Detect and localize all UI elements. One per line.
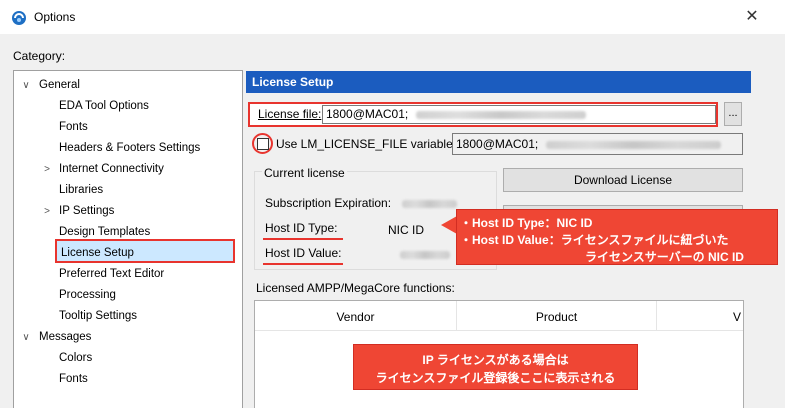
tree-item-processing[interactable]: Processing xyxy=(59,285,116,306)
tree-item-tooltip-settings[interactable]: Tooltip Settings xyxy=(59,306,137,327)
ampp-functions-label: Licensed AMPP/MegaCore functions: xyxy=(256,281,455,295)
app-icon xyxy=(12,11,26,25)
host-id-value-label: Host ID Value: xyxy=(265,246,342,260)
ampp-callout-line-1: IP ライセンスがある場合は xyxy=(422,353,569,367)
chevron-right-icon[interactable]: > xyxy=(42,201,52,222)
callout-line-1: ・Host ID Type：NIC ID xyxy=(460,216,593,230)
ampp-callout-line-2: ライセンスファイル登録後ここに表示される xyxy=(375,371,616,385)
host-id-type-underline xyxy=(263,238,343,240)
callout-arrow xyxy=(441,216,457,234)
lm-license-input: 1800@MAC01; xyxy=(452,133,743,155)
column-header-vendor[interactable]: Vendor xyxy=(255,301,457,331)
tree-item-license-setup[interactable]: License Setup xyxy=(55,239,235,263)
tree-item-ip-settings[interactable]: IP Settings xyxy=(59,201,114,222)
tree-item-preferred-text-editor[interactable]: Preferred Text Editor xyxy=(59,264,164,285)
host-id-value-underline xyxy=(263,263,343,265)
column-header-product[interactable]: Product xyxy=(457,301,657,331)
ampp-callout: IP ライセンスがある場合は ライセンスファイル登録後ここに表示される xyxy=(353,344,638,390)
window-title: Options xyxy=(34,10,76,24)
host-id-type-value: NIC ID xyxy=(388,223,424,237)
tree-item-libraries[interactable]: Libraries xyxy=(59,180,103,201)
use-lm-license-label: Use LM_LICENSE_FILE variable: xyxy=(276,137,457,151)
current-license-title: Current license xyxy=(262,166,347,180)
chevron-right-icon[interactable]: > xyxy=(42,159,52,180)
browse-button[interactable]: ... xyxy=(724,102,742,126)
tree-item-colors[interactable]: Colors xyxy=(59,348,92,369)
column-header-version[interactable]: V xyxy=(657,301,743,331)
chevron-down-icon[interactable]: ∨ xyxy=(21,327,31,348)
host-id-type-label: Host ID Type: xyxy=(265,221,338,235)
category-label: Category: xyxy=(13,49,66,63)
tree-item-messages[interactable]: Messages xyxy=(39,327,91,348)
title-bar: Options ✕ xyxy=(0,0,785,34)
callout-line-3: ライセンスサーバーの NIC ID xyxy=(585,250,744,264)
table-header: Vendor Product V xyxy=(255,301,743,331)
use-lm-license-checkbox[interactable] xyxy=(257,138,269,150)
panel-header: License Setup xyxy=(246,71,751,93)
tree-item-fonts[interactable]: Fonts xyxy=(59,117,88,138)
checkbox-highlight xyxy=(252,133,273,154)
license-file-row: License file: 1800@MAC01; xyxy=(248,102,718,127)
license-file-label: License file: xyxy=(258,107,322,121)
redacted-text xyxy=(545,140,721,149)
host-id-callout: ・Host ID Type：NIC ID ・Host ID Value：ライセン… xyxy=(456,209,778,265)
callout-line-2: ・Host ID Value：ライセンスファイルに紐づいた xyxy=(460,233,729,247)
redacted-text xyxy=(402,200,457,208)
redacted-text xyxy=(400,251,450,259)
license-file-input[interactable]: 1800@MAC01; xyxy=(322,105,716,124)
tree-item-general[interactable]: General xyxy=(39,75,80,96)
lm-license-value: 1800@MAC01; xyxy=(456,137,539,151)
download-license-button[interactable]: Download License xyxy=(503,168,743,192)
license-file-value: 1800@MAC01; xyxy=(326,107,409,121)
tree-item-internet-connectivity[interactable]: Internet Connectivity xyxy=(59,159,164,180)
subscription-expiration-label: Subscription Expiration: xyxy=(265,196,392,210)
close-icon[interactable]: ✕ xyxy=(742,6,762,26)
chevron-down-icon[interactable]: ∨ xyxy=(21,75,31,96)
tree-item-messages-fonts[interactable]: Fonts xyxy=(59,369,88,390)
options-window: Options ✕ Category: ∨ General EDA Tool O… xyxy=(0,0,785,408)
tree-item-eda-tool-options[interactable]: EDA Tool Options xyxy=(59,96,149,117)
redacted-text xyxy=(415,110,586,119)
tree-item-headers-footers[interactable]: Headers & Footers Settings xyxy=(59,138,200,159)
category-tree[interactable]: ∨ General EDA Tool Options Fonts Headers… xyxy=(13,70,243,408)
